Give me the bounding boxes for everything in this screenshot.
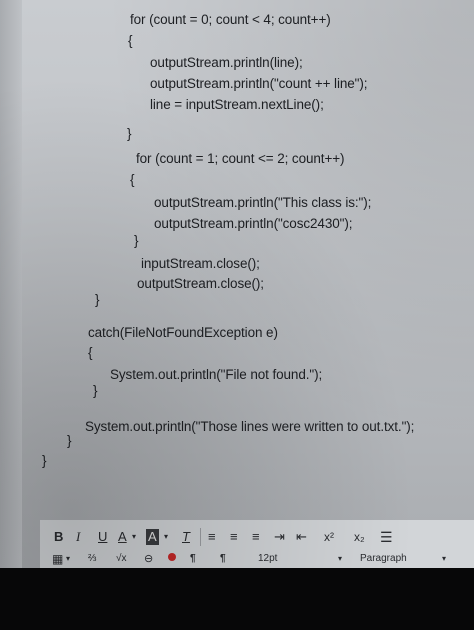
- toolbar-divider: [200, 528, 201, 546]
- code-line: }: [95, 292, 100, 307]
- underline-button[interactable]: U: [98, 526, 107, 548]
- outdent-icon[interactable]: ⇤: [296, 526, 307, 548]
- bold-button[interactable]: B: [54, 526, 63, 548]
- code-line: System.out.println("Those lines were wri…: [85, 419, 415, 434]
- chevron-down-icon[interactable]: ▾: [164, 526, 168, 548]
- code-line: outputStream.println("cosc2430");: [154, 216, 353, 231]
- window-left-edge: [0, 0, 22, 568]
- code-line: }: [127, 126, 132, 141]
- clear-formatting-button[interactable]: T: [182, 526, 190, 548]
- equation-button[interactable]: √x: [116, 550, 127, 568]
- code-line: {: [130, 172, 135, 187]
- code-line: for (count = 1; count <= 2; count++): [136, 151, 345, 166]
- code-line: System.out.println("File not found.");: [110, 367, 323, 382]
- toolbar-row-format: B I U A ▾ A ▾ T ≡ ≡ ≡ ⇥ ⇤ x² x₂ ☰: [40, 526, 474, 548]
- chevron-down-icon[interactable]: ▾: [338, 550, 342, 568]
- paragraph-ltr-button[interactable]: ¶: [190, 550, 196, 568]
- code-line: outputStream.close();: [137, 276, 264, 291]
- link-icon[interactable]: ⊖: [144, 550, 153, 568]
- code-line: }: [134, 233, 139, 248]
- paragraph-rtl-button[interactable]: ¶: [220, 550, 226, 568]
- code-line: outputStream.println("count ++ line");: [150, 76, 368, 91]
- code-line: {: [88, 345, 93, 360]
- subscript-button[interactable]: x₂: [354, 526, 365, 548]
- chevron-down-icon[interactable]: ▾: [442, 550, 446, 568]
- editor-screen: for (count = 0; count < 4; count++) { ou…: [0, 0, 474, 568]
- media-icon[interactable]: [168, 550, 176, 568]
- align-right-icon[interactable]: ≡: [252, 526, 260, 548]
- font-color-button[interactable]: A: [118, 526, 127, 548]
- paragraph-style-select[interactable]: Paragraph: [360, 550, 407, 568]
- code-line: line = inputStream.nextLine();: [150, 97, 324, 112]
- device-bezel: [0, 568, 474, 630]
- code-line: }: [67, 433, 72, 448]
- editor-toolbar: B I U A ▾ A ▾ T ≡ ≡ ≡ ⇥ ⇤ x² x₂ ☰ ▦ ▾ ⅔ …: [40, 520, 474, 568]
- italic-button[interactable]: I: [76, 526, 80, 548]
- code-line: }: [93, 383, 98, 398]
- code-line: {: [128, 33, 133, 48]
- table-icon[interactable]: ▦: [52, 550, 63, 568]
- toolbar-row-insert: ▦ ▾ ⅔ √x ⊖ ¶ ¶ 12pt ▾ Paragraph ▾: [40, 550, 474, 568]
- code-line: }: [42, 453, 47, 468]
- symbol-button[interactable]: ⅔: [88, 550, 96, 568]
- align-center-icon[interactable]: ≡: [230, 526, 238, 548]
- code-line: for (count = 0; count < 4; count++): [130, 12, 331, 27]
- chevron-down-icon[interactable]: ▾: [66, 550, 70, 568]
- indent-icon[interactable]: ⇥: [274, 526, 285, 548]
- bullet-list-icon[interactable]: ☰: [380, 526, 393, 548]
- highlight-color-button[interactable]: A: [146, 529, 159, 545]
- superscript-button[interactable]: x²: [324, 526, 334, 548]
- code-line: inputStream.close();: [141, 256, 260, 271]
- chevron-down-icon[interactable]: ▾: [132, 526, 136, 548]
- code-line: catch(FileNotFoundException e): [88, 325, 278, 340]
- font-size-select[interactable]: 12pt: [258, 550, 277, 568]
- code-line: outputStream.println("This class is:");: [154, 195, 372, 210]
- align-left-icon[interactable]: ≡: [208, 526, 216, 548]
- code-line: outputStream.println(line);: [150, 55, 303, 70]
